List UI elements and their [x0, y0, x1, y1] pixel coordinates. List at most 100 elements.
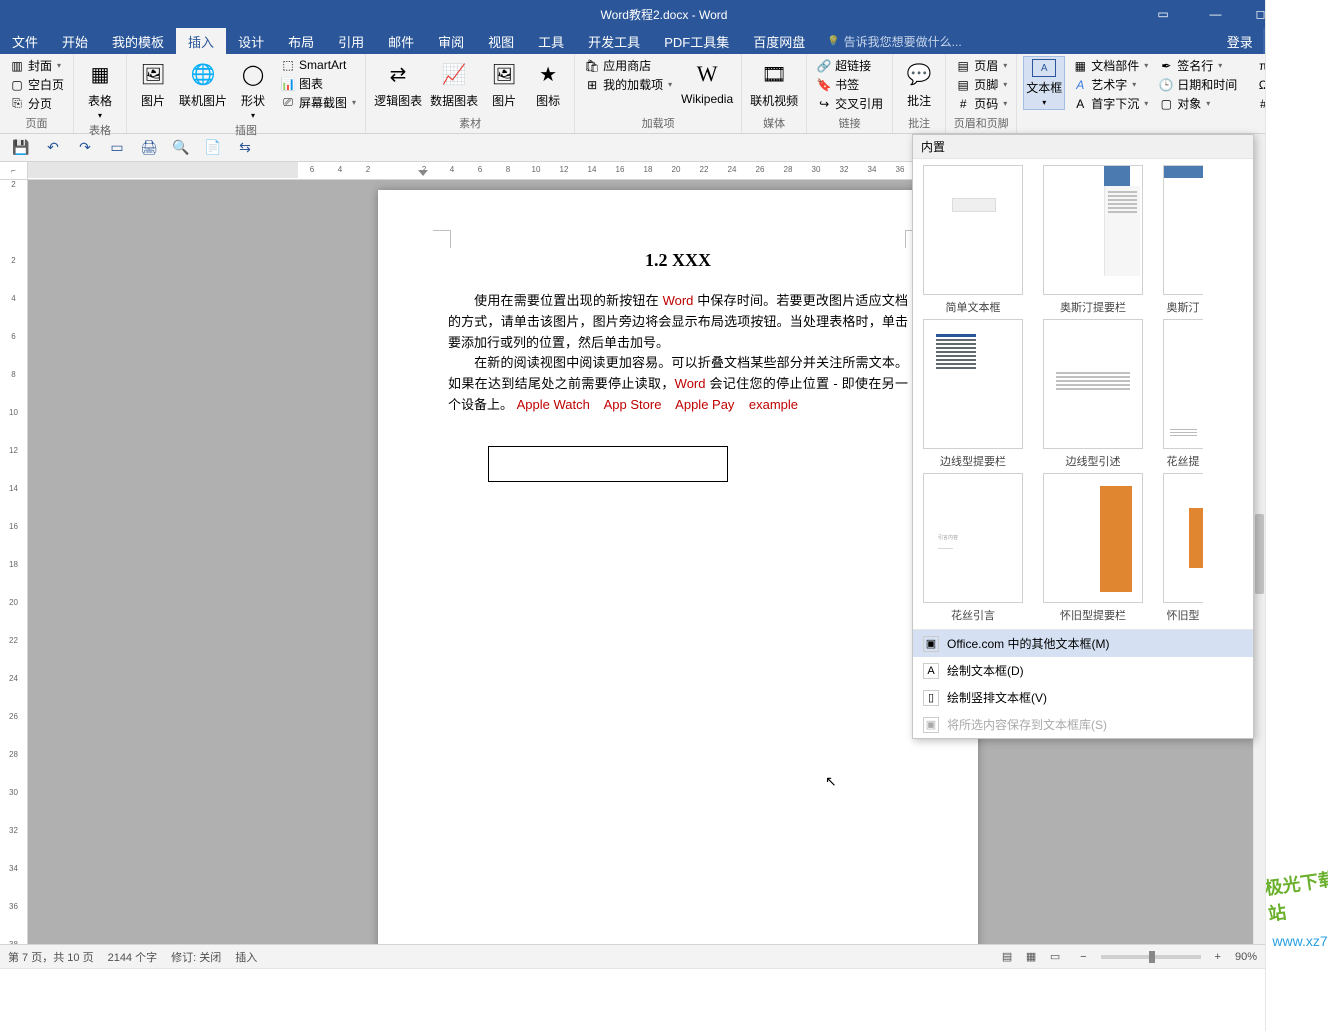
menu-draw-textbox[interactable]: A绘制文本框(D) — [913, 657, 1253, 684]
bookmark-button[interactable]: 🔖书签 — [813, 75, 886, 94]
status-words[interactable]: 2144 个字 — [108, 949, 158, 965]
crossref-button[interactable]: ↪交叉引用 — [813, 94, 886, 113]
signature-line-button[interactable]: ✒签名行 — [1155, 56, 1240, 75]
gallery-item-border-quote[interactable]: 边线型引述 — [1043, 319, 1143, 469]
hyperlink-button[interactable]: 🔗超链接 — [813, 56, 886, 75]
sign-in-button[interactable]: 登录 — [1217, 28, 1263, 54]
vertical-scrollbar[interactable] — [1253, 134, 1265, 944]
screenshot-button[interactable]: ⎚屏幕截图 — [277, 93, 359, 112]
ribbon-display-options-icon[interactable]: ▭ — [1148, 0, 1178, 28]
qat-btn-8[interactable]: ⇆ — [236, 139, 254, 157]
status-page[interactable]: 第 7 页，共 10 页 — [8, 949, 94, 965]
blank-page-button[interactable]: ▢空白页 — [6, 75, 67, 94]
wikipedia-button[interactable]: WWikipedia — [679, 56, 735, 108]
tell-me-input[interactable]: 告诉我您想要做什么... — [817, 28, 971, 54]
ruler-corner-tab-selector[interactable]: ⌐ — [0, 162, 27, 180]
logic-chart-button[interactable]: ⇄逻辑图表 — [372, 56, 424, 111]
tab-design[interactable]: 设计 — [226, 28, 276, 54]
gallery-item-filigree[interactable]: 花丝提 — [1163, 319, 1203, 469]
ribbon-group-links: 🔗超链接 🔖书签 ↪交叉引用 链接 — [807, 54, 893, 133]
material-picture-button[interactable]: 🖼图片 — [484, 56, 524, 111]
header-button[interactable]: ▤页眉 — [952, 56, 1010, 75]
smartart-button[interactable]: ⬚SmartArt — [277, 56, 359, 74]
page-break-label: 分页 — [28, 95, 52, 112]
tab-view[interactable]: 视图 — [476, 28, 526, 54]
tab-review[interactable]: 审阅 — [426, 28, 476, 54]
redo-button[interactable]: ↷ — [76, 139, 94, 157]
tab-pdf[interactable]: PDF工具集 — [652, 28, 741, 54]
tab-mailings[interactable]: 邮件 — [376, 28, 426, 54]
cover-page-button[interactable]: ▥封面 — [6, 56, 67, 75]
shapes-button[interactable]: ◯形状▾ — [233, 56, 273, 122]
tab-home[interactable]: 开始 — [50, 28, 100, 54]
screenshot-label: 屏幕截图 — [299, 94, 347, 111]
qat-btn-5[interactable]: 🖨 — [140, 139, 158, 157]
picture-button[interactable]: 🖼图片 — [133, 56, 173, 111]
table-button[interactable]: ▦表格▾ — [80, 56, 120, 122]
chart-button[interactable]: 📊图表 — [277, 74, 359, 93]
online-picture-button[interactable]: 🌐联机图片 — [177, 56, 229, 111]
object-button[interactable]: ▢对象 — [1155, 94, 1240, 113]
zoom-slider[interactable] — [1101, 955, 1201, 959]
status-track[interactable]: 修订: 关闭 — [171, 949, 221, 965]
view-print-button[interactable]: ▦ — [1020, 948, 1042, 966]
gallery-item-austin[interactable]: 奥斯汀 — [1163, 165, 1203, 315]
ribbon-group-illustrations: 🖼图片 🌐联机图片 ◯形状▾ ⬚SmartArt 📊图表 ⎚屏幕截图 插图 — [127, 54, 366, 133]
hyperlink-icon: 🔗 — [816, 58, 832, 74]
page-number-button[interactable]: #页码 — [952, 94, 1010, 113]
online-video-button[interactable]: 🎞联机视频 — [748, 56, 800, 111]
wordart-button[interactable]: A艺术字 — [1069, 75, 1151, 94]
zoom-out-button[interactable]: − — [1080, 951, 1086, 963]
dropcap-button[interactable]: A首字下沉 — [1069, 94, 1151, 113]
qat-btn-4[interactable]: ▭ — [108, 139, 126, 157]
gallery-item-simple-textbox[interactable]: 简单文本框 — [923, 165, 1023, 315]
comment-icon: 💬 — [903, 58, 935, 90]
bookmark-icon: 🔖 — [816, 77, 832, 93]
minimize-button[interactable]: — — [1193, 0, 1238, 28]
datetime-button[interactable]: 🕒日期和时间 — [1155, 75, 1240, 94]
comment-button[interactable]: 💬批注 — [899, 56, 939, 111]
ribbon-tabs: 文件 开始 我的模板 插入 设计 布局 引用 邮件 审阅 视图 工具 开发工具 … — [0, 28, 1328, 54]
status-mode[interactable]: 插入 — [235, 949, 257, 965]
zoom-level[interactable]: 90% — [1235, 951, 1257, 963]
icons-button[interactable]: ★图标 — [528, 56, 568, 111]
store-button[interactable]: 🛍应用商店 — [581, 56, 675, 75]
view-web-button[interactable]: ▭ — [1044, 948, 1066, 966]
data-chart-button[interactable]: 📈数据图表 — [428, 56, 480, 111]
tab-layout[interactable]: 布局 — [276, 28, 326, 54]
tab-references[interactable]: 引用 — [326, 28, 376, 54]
gallery-item-filigree-quote[interactable]: 引言内容——— 花丝引言 — [923, 473, 1023, 623]
tab-baidu[interactable]: 百度网盘 — [741, 28, 817, 54]
menu-label: 将所选内容保存到文本框库(S) — [947, 716, 1107, 733]
qat-btn-6[interactable]: 🔍 — [172, 139, 190, 157]
menu-office-com-textboxes[interactable]: ▣Office.com 中的其他文本框(M) — [913, 630, 1253, 657]
qat-btn-7[interactable]: 📄 — [204, 139, 222, 157]
page-break-button[interactable]: ⎘分页 — [6, 94, 67, 113]
menu-label: Office.com 中的其他文本框(M) — [947, 635, 1109, 652]
smartart-label: SmartArt — [299, 58, 346, 72]
indent-marker-icon[interactable] — [418, 170, 428, 176]
save-button[interactable]: 💾 — [12, 139, 30, 157]
footer-button[interactable]: ▤页脚 — [952, 75, 1010, 94]
quickparts-button[interactable]: ▦文档部件 — [1069, 56, 1151, 75]
tab-insert[interactable]: 插入 — [176, 28, 226, 54]
tab-tools[interactable]: 工具 — [526, 28, 576, 54]
tab-mytemplates[interactable]: 我的模板 — [100, 28, 176, 54]
my-addins-button[interactable]: ⊞我的加载项 — [581, 75, 675, 94]
gallery-item-retro-sidebar[interactable]: 怀旧型提要栏 — [1043, 473, 1143, 623]
inserted-textbox[interactable] — [488, 446, 728, 482]
view-read-button[interactable]: ▤ — [996, 948, 1018, 966]
zoom-in-button[interactable]: + — [1215, 951, 1221, 963]
material-picture-label: 图片 — [492, 92, 516, 109]
gallery-item-retro[interactable]: 怀旧型 — [1163, 473, 1203, 623]
menu-draw-vertical-textbox[interactable]: ▯绘制竖排文本框(V) — [913, 684, 1253, 711]
scrollbar-thumb[interactable] — [1255, 514, 1264, 594]
gallery-item-austin-sidebar[interactable]: 奥斯汀提要栏 — [1043, 165, 1143, 315]
tab-file[interactable]: 文件 — [0, 28, 50, 54]
tab-developer[interactable]: 开发工具 — [576, 28, 652, 54]
undo-button[interactable]: ↶ — [44, 139, 62, 157]
textbox-button[interactable]: A文本框▾ — [1023, 56, 1065, 110]
gallery-item-border-sidebar[interactable]: 边线型提要栏 — [923, 319, 1023, 469]
group-label-addins: 加载项 — [581, 115, 735, 133]
gallery-item-label: 奥斯汀 — [1167, 299, 1200, 315]
